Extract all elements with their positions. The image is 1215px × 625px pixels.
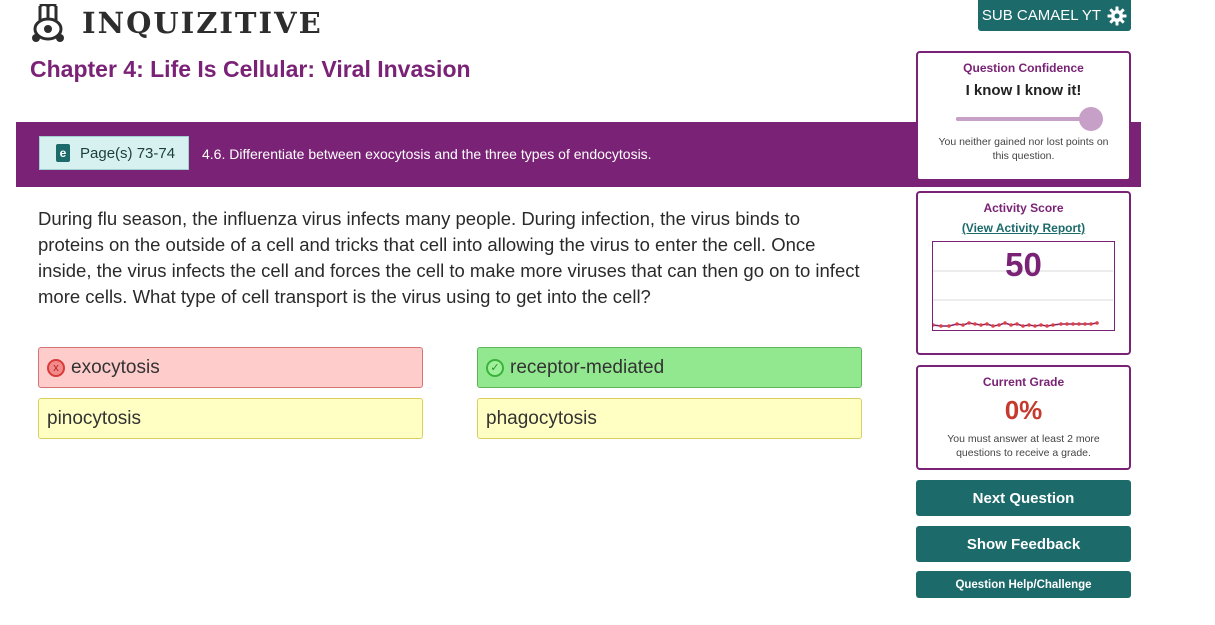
current-grade-heading: Current Grade <box>982 375 1065 389</box>
activity-score-value: 50 <box>1005 246 1042 283</box>
current-grade-panel: Current Grade 0% You must answer at leas… <box>916 365 1131 470</box>
question-text: During flu season, the influenza virus i… <box>38 208 860 307</box>
answer-label: exocytosis <box>71 356 160 378</box>
answer-label: pinocytosis <box>47 407 141 429</box>
learning-objective-text: 4.6. Differentiate between exocytosis an… <box>202 146 652 162</box>
slider-knob[interactable] <box>1079 107 1103 131</box>
activity-score-panel: Activity Score (View Activity Report) 50 <box>916 191 1131 355</box>
answer-option[interactable]: phagocytosis <box>477 398 862 439</box>
incorrect-icon: x <box>47 358 65 377</box>
confidence-note: You neither gained nor lost points on th… <box>938 136 1109 162</box>
activity-score-heading: Activity Score <box>983 201 1064 215</box>
bunny-icon <box>32 4 64 42</box>
correct-check-icon: ✓ <box>486 358 504 377</box>
ebook-icon: e <box>56 144 70 162</box>
show-feedback-button[interactable]: Show Feedback <box>916 526 1131 562</box>
logo-wordmark: INQUIZITIVE <box>82 6 323 40</box>
confidence-heading: Question Confidence <box>963 61 1084 75</box>
answer-option-incorrect[interactable]: x exocytosis <box>38 347 423 388</box>
question-help-button[interactable]: Question Help/Challenge <box>916 571 1131 598</box>
confidence-level: I know I know it! <box>965 82 1082 99</box>
user-name: SUB CAMAEL YT <box>981 7 1102 24</box>
answer-label: phagocytosis <box>486 407 597 429</box>
activity-score-graph: 50 <box>932 241 1115 331</box>
grade-note: You must answer at least 2 more question… <box>947 433 1100 459</box>
answer-option[interactable]: pinocytosis <box>38 398 423 439</box>
next-question-button[interactable]: Next Question <box>916 480 1131 516</box>
chapter-title: Chapter 4: Life Is Cellular: Viral Invas… <box>30 56 471 82</box>
answer-option-correct[interactable]: ✓ receptor-mediated <box>477 347 862 388</box>
slider-fill <box>956 117 1091 121</box>
current-grade-value: 0% <box>1004 395 1043 425</box>
confidence-panel: Question Confidence I know I know it! Yo… <box>916 51 1131 181</box>
confidence-slider[interactable] <box>956 107 1103 131</box>
answer-label: receptor-mediated <box>510 356 665 378</box>
inquizitive-logo: INQUIZITIVE <box>28 4 323 42</box>
ebook-pages-button[interactable]: e Page(s) 73-74 <box>39 136 189 170</box>
gear-icon <box>1107 6 1127 25</box>
pages-label: Page(s) 73-74 <box>80 144 176 162</box>
user-menu-button[interactable]: SUB CAMAEL YT <box>978 0 1131 31</box>
activity-report-link[interactable]: (View Activity Report) <box>918 221 1129 235</box>
